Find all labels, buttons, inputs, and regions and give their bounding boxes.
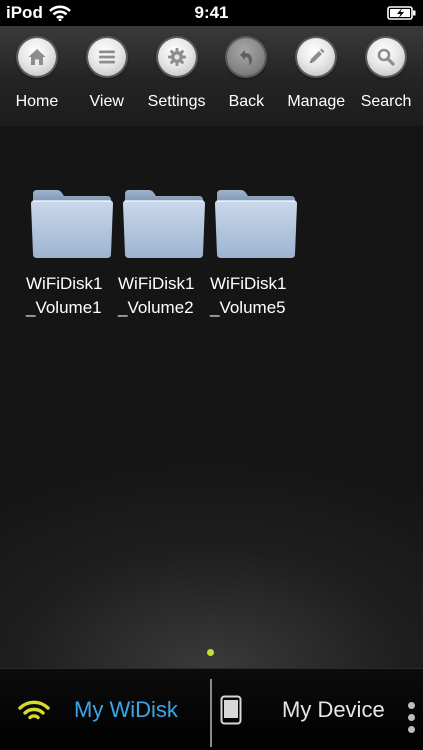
back-arrow-icon [227, 38, 266, 76]
folder-icon [31, 190, 113, 258]
toolbar: Home View Settings Back Manage Search [0, 26, 423, 126]
status-bar: iPod 9:41 [0, 0, 423, 26]
manage-label: Manage [287, 93, 346, 110]
pencil-icon [297, 38, 336, 76]
home-label: Home [15, 93, 59, 110]
settings-label: Settings [147, 93, 206, 110]
list-icon [87, 38, 126, 76]
more-dot [408, 714, 415, 721]
folder-grid: WiFiDisk1 _Volume1 WiFiDisk1 _Volume2 Wi… [26, 188, 298, 320]
folder-name-line1: WiFiDisk1 [210, 274, 287, 293]
folder-item[interactable]: WiFiDisk1 _Volume5 [210, 188, 298, 320]
tab-my-widisk[interactable]: My WiDisk [18, 669, 178, 750]
gear-icon [157, 38, 196, 76]
more-dot [408, 726, 415, 733]
search-button[interactable]: Search [351, 26, 421, 126]
wifi-icon [18, 700, 50, 720]
folder-name-line1: WiFiDisk1 [26, 274, 103, 293]
folder-name-line2: _Volume2 [118, 298, 194, 317]
view-label: View [89, 93, 124, 110]
wifi-signal-icon [48, 5, 71, 21]
folder-name: WiFiDisk1 _Volume1 [26, 272, 118, 320]
search-icon [367, 38, 406, 76]
carrier-label: iPod [6, 3, 43, 22]
folder-item[interactable]: WiFiDisk1 _Volume2 [118, 188, 206, 320]
folder-name-line2: _Volume1 [26, 298, 102, 317]
page-indicator-dot [207, 649, 214, 656]
folder-name: WiFiDisk1 _Volume5 [210, 272, 302, 320]
folder-icon [215, 190, 297, 258]
tab-my-widisk-label: My WiDisk [74, 697, 178, 722]
more-dot [408, 702, 415, 709]
more-options-icon[interactable] [408, 702, 415, 733]
home-button[interactable]: Home [2, 26, 72, 126]
search-label: Search [360, 93, 412, 110]
folder-name-line1: WiFiDisk1 [118, 274, 195, 293]
folder-name-line2: _Volume5 [210, 298, 286, 317]
view-button[interactable]: View [72, 26, 142, 126]
folder-item[interactable]: WiFiDisk1 _Volume1 [26, 188, 114, 320]
back-label: Back [228, 93, 265, 110]
folder-icon [123, 190, 205, 258]
folder-name: WiFiDisk1 _Volume2 [118, 272, 210, 320]
tab-divider [210, 679, 212, 747]
phone-icon [220, 695, 242, 725]
battery-charging-icon [387, 6, 417, 20]
back-button[interactable]: Back [211, 26, 281, 126]
tab-my-device-label: My Device [282, 697, 385, 722]
file-browser: WiFiDisk1 _Volume1 WiFiDisk1 _Volume2 Wi… [0, 126, 423, 668]
tab-my-device[interactable]: My Device [220, 669, 385, 750]
home-icon [17, 38, 56, 76]
manage-button[interactable]: Manage [281, 26, 351, 126]
tab-bar: My WiDisk My Device [0, 668, 423, 750]
settings-button[interactable]: Settings [142, 26, 212, 126]
status-left: iPod [6, 3, 71, 23]
